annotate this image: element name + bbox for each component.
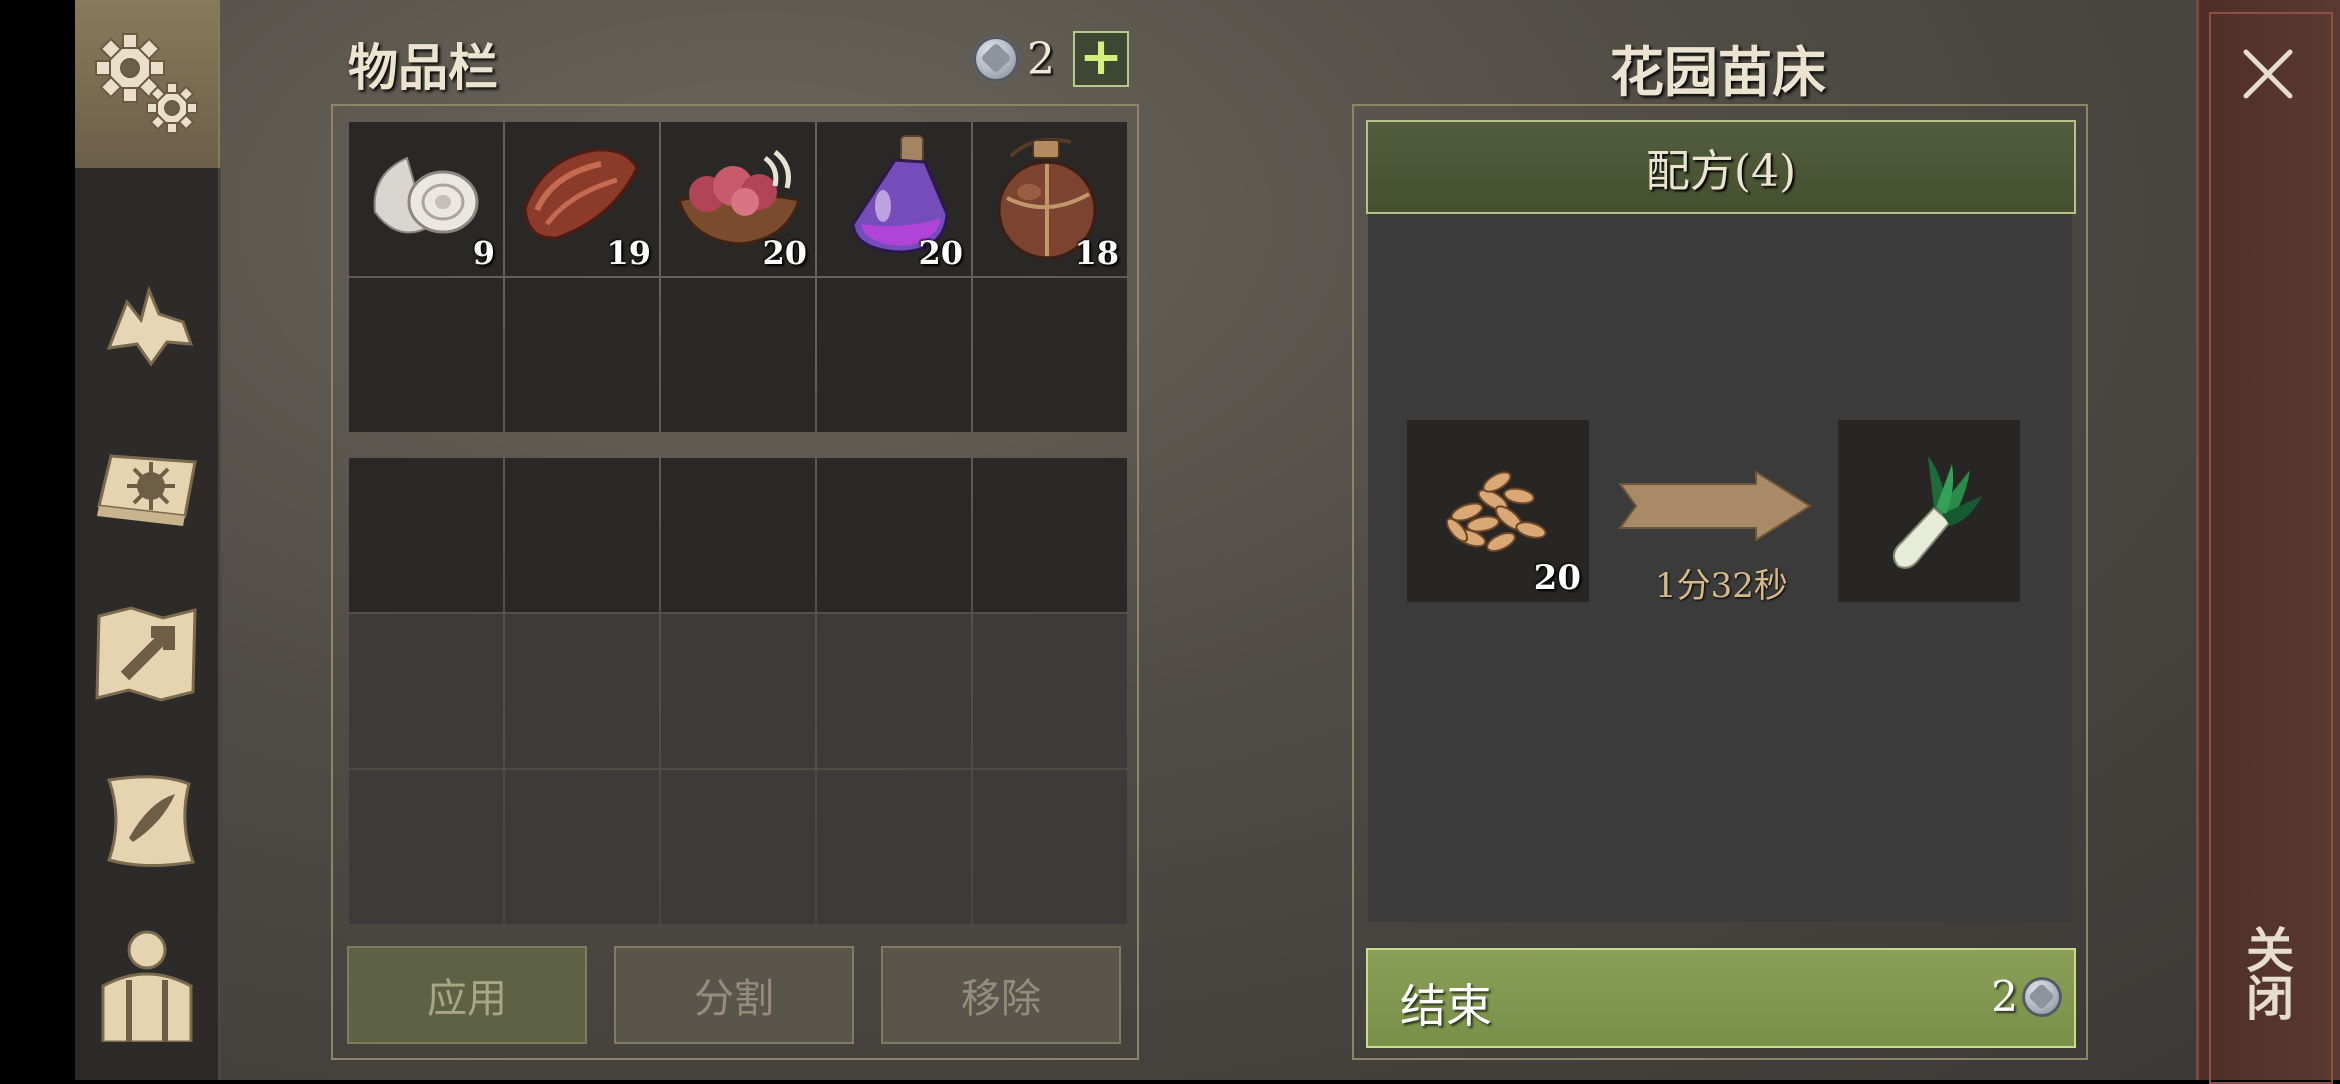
locked-slot [505,614,659,768]
finish-cost-amount: 2 [1991,972,2018,1021]
inventory-slot[interactable]: 20 [661,122,815,276]
inventory-slot[interactable] [973,278,1127,432]
recipe-output-slot[interactable] [1838,420,2020,602]
add-currency-button[interactable]: + [1073,31,1129,87]
locked-slot [973,614,1127,768]
item-quantity: 20 [762,234,807,272]
arrow-right-icon [1618,470,1812,542]
inventory-title: 物品栏 [348,39,498,97]
locked-slot [817,770,971,924]
backpack-slot[interactable] [661,458,815,612]
close-panel-border [2209,12,2333,1084]
wolf-head-icon[interactable] [89,268,205,384]
sidebar-strip [75,168,221,1080]
finish-cost: 2 [1991,972,2062,1021]
apply-button[interactable]: 应用 [347,946,587,1044]
locked-slot [349,770,503,924]
item-quantity: 19 [606,234,651,272]
recipe-input-slot[interactable]: 20 [1407,420,1589,602]
seeds-icon [1445,471,1547,552]
inventory-slot[interactable]: 18 [973,122,1127,276]
inventory-slot[interactable]: 19 [505,122,659,276]
leek-icon [1892,456,1982,569]
locked-slot [661,770,815,924]
item-quantity: 9 [472,234,495,272]
backpack-slot[interactable] [973,458,1127,612]
inventory-slot[interactable] [505,278,659,432]
map-icon[interactable] [89,596,205,712]
split-button[interactable]: 分割 [614,946,854,1044]
close-label[interactable]: 关闭 [2236,925,2300,1021]
inventory-slot[interactable]: 9 [349,122,503,276]
close-panel[interactable] [2196,0,2340,1084]
backpack-slot[interactable] [817,458,971,612]
close-icon[interactable] [2238,44,2298,104]
backpack-grid [349,458,1127,924]
coin-icon [2022,976,2062,1017]
coin-icon [973,36,1019,82]
craft-timer: 1分32秒 [1655,566,1788,606]
inventory-slot[interactable] [817,278,971,432]
remove-button[interactable]: 移除 [881,946,1121,1044]
backpack-slot[interactable] [505,458,659,612]
currency-count: 2 [1027,33,1055,85]
inventory-slot[interactable] [661,278,815,432]
locked-slot [973,770,1127,924]
item-quantity: 20 [918,234,963,272]
locked-slot [661,614,815,768]
item-quantity: 18 [1074,234,1119,272]
garden-bed-title: 花园苗床 [1610,41,1826,104]
sidebar [75,0,221,1080]
locked-slot [505,770,659,924]
recipes-tab[interactable]: 配方(4) [1366,120,2076,214]
settings-tab[interactable] [75,0,220,168]
locked-slot [349,614,503,768]
finish-button[interactable]: 结束 2 [1366,948,2076,1048]
backpack-slot[interactable] [349,458,503,612]
inventory-slot[interactable] [349,278,503,432]
inventory-grid: 9 19 20 20 18 [349,122,1127,432]
inventory-slot[interactable]: 20 [817,122,971,276]
journal-book-icon[interactable] [89,432,205,548]
input-quantity: 20 [1533,558,1581,598]
settings-gear-icon[interactable] [75,0,218,168]
character-equipment-icon[interactable] [89,926,205,1044]
quest-scroll-icon[interactable] [89,762,205,878]
finish-label: 结束 [1400,979,1492,1033]
currency-display: 2 + [973,30,1129,88]
locked-slot [817,614,971,768]
